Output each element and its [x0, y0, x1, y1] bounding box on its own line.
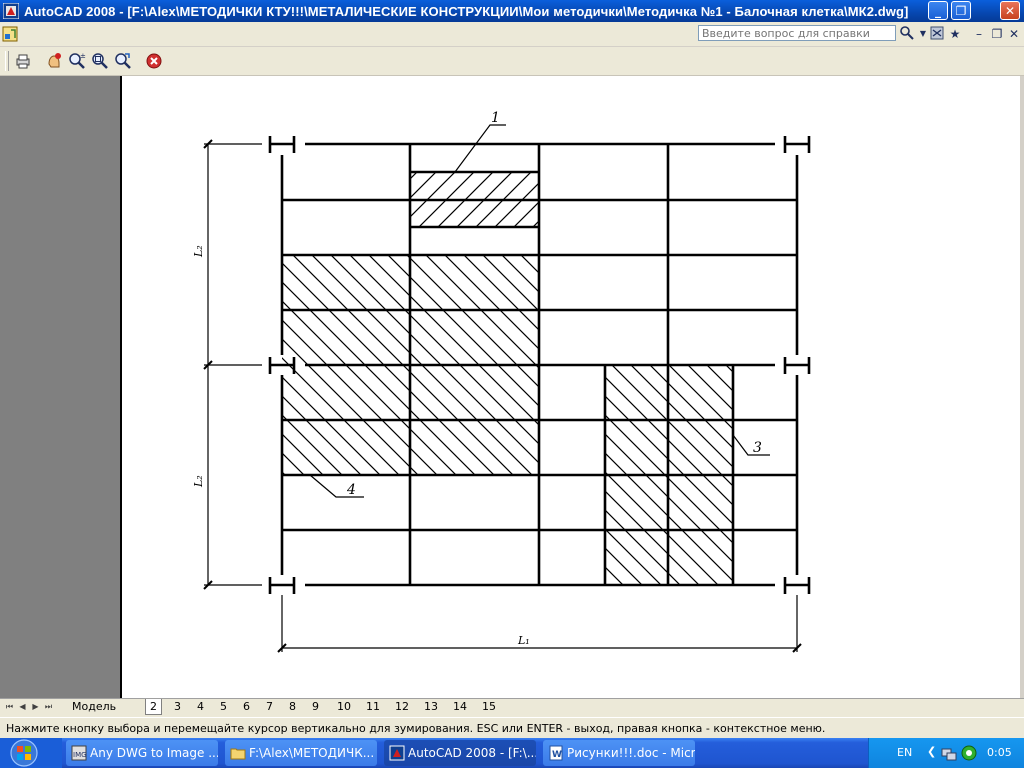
close-button[interactable]: ✕ — [1000, 1, 1020, 20]
zoom-window-icon[interactable] — [91, 52, 109, 70]
status-message: Нажмите кнопку выбора и перемещайте курс… — [6, 722, 826, 735]
folder-icon — [230, 748, 246, 760]
dimension-label-l2-top: L₂ — [192, 245, 205, 258]
autocad-icon — [389, 745, 405, 761]
help-search-input[interactable] — [698, 25, 896, 41]
tab-model[interactable]: Модель — [68, 699, 120, 715]
tab-layout-13[interactable]: 13 — [420, 699, 442, 715]
start-button[interactable] — [0, 738, 62, 768]
tab-layout-15[interactable]: 15 — [478, 699, 500, 715]
tab-layout-2[interactable]: 2 — [145, 699, 162, 715]
callout-label-3: 3 — [753, 440, 762, 456]
zoom-realtime-icon[interactable]: ± — [68, 52, 86, 70]
tab-layout-6[interactable]: 6 — [239, 699, 254, 715]
taskbar-item-folder[interactable]: F:\Alex\МЕТОДИЧК... — [225, 740, 377, 766]
close-preview-icon[interactable] — [145, 52, 163, 70]
tab-layout-4[interactable]: 4 — [193, 699, 208, 715]
drawing-area[interactable]: L₂ L₂ L₁ 1 3 4 — [0, 76, 1024, 698]
status-bar: Нажмите кнопку выбора и перемещайте курс… — [0, 717, 1024, 739]
taskbar-item-word[interactable]: W Рисунки!!!.doc - Micr... — [543, 740, 695, 766]
taskbar-item-label: AutoCAD 2008 - [F:\... — [408, 746, 536, 760]
tab-layout-14[interactable]: 14 — [449, 699, 471, 715]
language-indicator[interactable]: EN — [897, 746, 912, 759]
security-status-icon[interactable] — [961, 745, 977, 761]
pan-icon[interactable] — [45, 52, 63, 70]
restore-button[interactable]: ❐ — [951, 1, 971, 20]
tab-layout-5[interactable]: 5 — [216, 699, 231, 715]
tab-layout-11[interactable]: 11 — [362, 699, 384, 715]
tab-layout-8[interactable]: 8 — [285, 699, 300, 715]
taskbar: IMG Any DWG to Image ... F:\Alex\МЕТОДИЧ… — [0, 738, 1024, 768]
tab-layout-10[interactable]: 10 — [333, 699, 355, 715]
tab-layout-3[interactable]: 3 — [170, 699, 185, 715]
dimension-label-l2-bottom: L₂ — [192, 475, 205, 488]
title-bar[interactable]: AutoCAD 2008 - [F:\Alex\МЕТОДИЧКИ КТУ!!!… — [0, 0, 1024, 22]
tab-nav-next[interactable]: ▶ — [30, 701, 41, 713]
network-icon[interactable] — [941, 745, 957, 761]
tab-nav-first[interactable]: ⏮ — [4, 701, 15, 713]
autocad-app-icon[interactable] — [3, 3, 19, 19]
tab-nav-prev[interactable]: ◀ — [17, 701, 28, 713]
layout-tabs: ⏮ ◀ ▶ ⏭ Модель 2 3 4 5 6 7 8 9 10 11 12 … — [0, 698, 1024, 717]
callout-label-4: 4 — [346, 482, 356, 498]
tab-layout-9[interactable]: 9 — [308, 699, 323, 715]
svg-text:IMG: IMG — [73, 751, 87, 759]
doc-restore-button[interactable]: ❐ — [988, 25, 1006, 43]
doc-close-button[interactable]: ✕ — [1005, 25, 1023, 43]
svg-text:W: W — [552, 750, 562, 760]
toolbar-grip[interactable] — [5, 51, 9, 71]
document-icon[interactable] — [2, 26, 18, 42]
favorites-star-icon[interactable]: ★ — [946, 25, 964, 43]
taskbar-item-label: F:\Alex\МЕТОДИЧК... — [249, 746, 375, 760]
taskbar-item-label: Any DWG to Image ... — [90, 746, 218, 760]
taskbar-item-autocad[interactable]: AutoCAD 2008 - [F:\... — [384, 740, 536, 766]
minimize-button[interactable]: _ — [928, 1, 948, 20]
clock[interactable]: 0:05 — [987, 746, 1012, 759]
tray-expand-icon[interactable]: ❮ — [927, 745, 936, 758]
communication-center-icon[interactable] — [928, 25, 946, 43]
doc-minimize-button[interactable]: – — [970, 25, 988, 43]
tab-nav-last[interactable]: ⏭ — [43, 701, 54, 713]
system-tray: EN ❮ 0:05 — [868, 738, 1024, 768]
beam-grid-drawing: L₂ L₂ L₁ 1 3 4 — [192, 110, 811, 653]
tab-layout-12[interactable]: 12 — [391, 699, 413, 715]
zoom-previous-icon[interactable] — [114, 52, 132, 70]
window-title: AutoCAD 2008 - [F:\Alex\МЕТОДИЧКИ КТУ!!!… — [24, 4, 909, 19]
svg-text:±: ± — [80, 52, 86, 60]
callout-label-1: 1 — [491, 110, 500, 126]
menu-bar: ▼ ★ – ❐ ✕ — [0, 22, 1024, 47]
word-doc-icon: W — [549, 745, 563, 761]
taskbar-item-dwg-converter[interactable]: IMG Any DWG to Image ... — [66, 740, 218, 766]
taskbar-item-label: Рисунки!!!.doc - Micr... — [567, 746, 695, 760]
preview-toolbar: ± — [0, 47, 1024, 76]
dwg-converter-icon: IMG — [71, 745, 87, 761]
plot-icon[interactable] — [14, 52, 32, 70]
dimension-label-l1: L₁ — [517, 634, 530, 647]
tab-layout-7[interactable]: 7 — [262, 699, 277, 715]
